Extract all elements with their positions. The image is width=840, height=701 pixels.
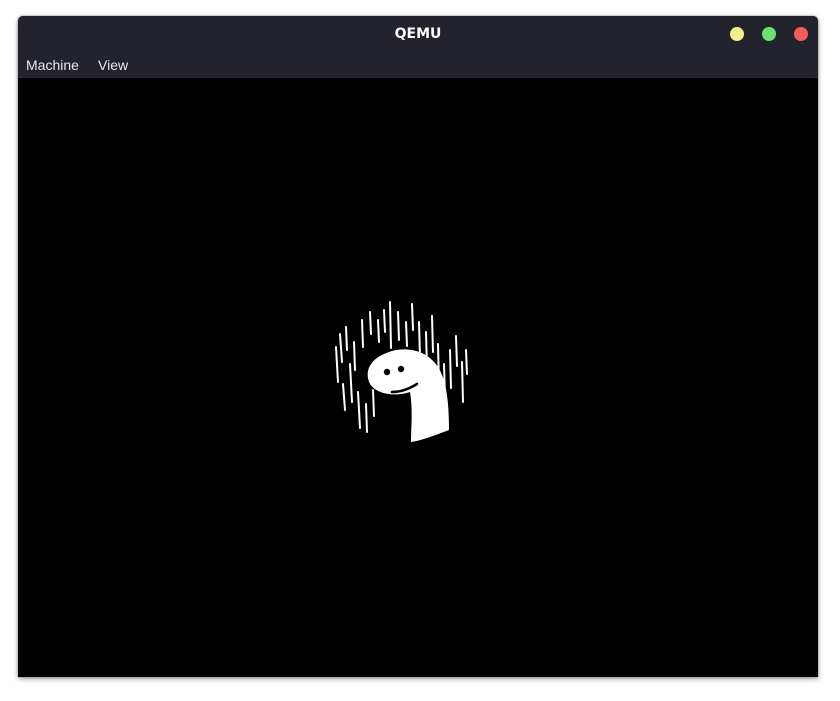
minimize-button[interactable]	[730, 27, 744, 41]
maximize-button[interactable]	[762, 27, 776, 41]
qemu-window: QEMU Machine View	[18, 16, 818, 677]
menu-bar: Machine View	[18, 52, 818, 78]
close-button[interactable]	[794, 27, 808, 41]
guest-display[interactable]	[18, 78, 818, 677]
title-bar[interactable]: QEMU	[18, 16, 818, 52]
dino-in-rain-icon	[326, 292, 476, 456]
menu-view[interactable]: View	[98, 55, 128, 75]
window-title: QEMU	[394, 26, 442, 42]
menu-machine[interactable]: Machine	[26, 55, 79, 75]
